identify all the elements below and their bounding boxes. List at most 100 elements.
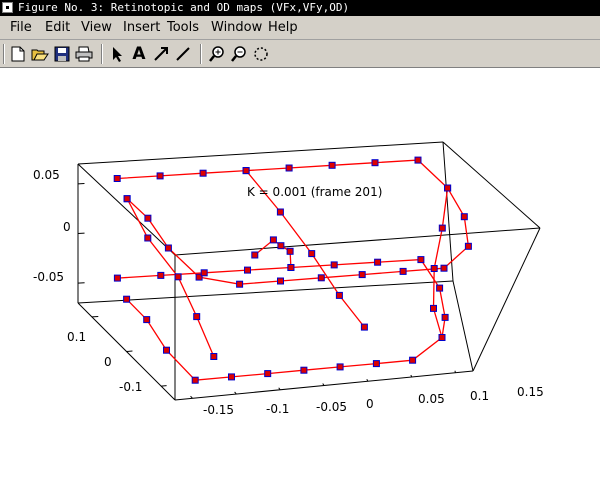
data-point	[210, 353, 218, 360]
menu-edit[interactable]: Edit	[45, 20, 70, 35]
z-tick-label: 0	[63, 220, 71, 234]
x-tick-label: 0.15	[517, 385, 544, 399]
plot-area[interactable]	[0, 68, 600, 487]
data-point	[174, 273, 182, 281]
zoom-out-icon[interactable]	[230, 45, 248, 63]
z-tick-label: 0.05	[33, 168, 60, 182]
data-point	[269, 236, 277, 244]
data-point	[164, 244, 172, 252]
figure-window: Figure No. 3: Retinotopic and OD maps (V…	[0, 0, 600, 487]
data-point	[285, 164, 293, 172]
data-point	[330, 261, 338, 269]
data-point	[277, 277, 284, 285]
series-line	[254, 239, 292, 268]
data-point	[358, 271, 366, 279]
data-point	[277, 242, 285, 250]
print-icon[interactable]	[75, 45, 93, 63]
data-point	[360, 323, 368, 331]
axis-box-edge	[77, 280, 454, 304]
data-point	[335, 291, 343, 299]
data-point	[438, 334, 446, 341]
data-point	[308, 250, 316, 258]
x-tick-label: -0.1	[266, 402, 290, 416]
menu-file[interactable]: File	[10, 20, 32, 35]
data-point	[460, 213, 468, 221]
data-point	[144, 234, 152, 242]
data-point	[399, 267, 407, 275]
data-point	[430, 265, 438, 272]
data-point	[244, 266, 251, 274]
x-tick-label: 0.1	[470, 389, 490, 403]
data-point	[123, 195, 131, 203]
data-point	[242, 167, 250, 175]
insert-line-icon[interactable]	[174, 45, 192, 63]
data-point	[441, 313, 449, 321]
z-tick-label: -0.05	[33, 270, 65, 284]
data-point	[336, 363, 344, 371]
data-point	[113, 274, 121, 282]
x-tick-label: -0.15	[203, 403, 235, 417]
axis-box-edge	[472, 227, 541, 372]
data-point	[157, 271, 165, 279]
data-point	[287, 264, 295, 271]
x-tick-label: 0.05	[418, 392, 445, 406]
insert-arrow-icon[interactable]	[152, 45, 170, 63]
data-point	[228, 373, 235, 381]
data-point	[123, 295, 131, 303]
y-tick-label: -0.1	[119, 380, 143, 394]
figure-canvas[interactable]: K = 0.001 (frame 201) 0.05 0 -0.05 0.1 0…	[0, 68, 600, 487]
window-menu-icon[interactable]	[2, 2, 13, 13]
axis-box-edge	[442, 141, 541, 229]
data-point	[163, 346, 170, 354]
y-tick-label: 0.1	[67, 330, 87, 344]
window-title: Figure No. 3: Retinotopic and OD maps (V…	[18, 1, 350, 14]
data-point	[156, 172, 164, 180]
data-point	[444, 184, 452, 192]
data-point	[430, 304, 437, 312]
axis-box-edge	[452, 280, 474, 372]
data-point	[372, 360, 380, 368]
x-tick-label: 0	[366, 397, 374, 411]
menu-help[interactable]: Help	[268, 20, 298, 35]
window-titlebar[interactable]: Figure No. 3: Retinotopic and OD maps (V…	[0, 0, 600, 16]
toolbar: A	[0, 40, 600, 68]
data-point	[414, 156, 422, 164]
data-point	[191, 376, 199, 384]
data-point	[276, 208, 284, 216]
data-point	[328, 161, 336, 169]
open-folder-icon[interactable]	[31, 45, 49, 63]
axis-box-edge	[77, 141, 444, 165]
toolbar-separator	[101, 44, 103, 64]
zoom-in-icon[interactable]	[208, 45, 226, 63]
toolbar-separator	[3, 44, 5, 64]
y-tick-label: 0	[104, 355, 112, 369]
data-point	[251, 251, 259, 259]
menu-bar: File Edit View Insert Tools Window Help	[0, 16, 600, 40]
rotate-icon[interactable]	[252, 45, 270, 63]
data-point	[286, 247, 294, 255]
toolbar-separator	[200, 44, 202, 64]
data-point	[113, 175, 121, 182]
data-point	[193, 313, 201, 321]
menu-window[interactable]: Window	[211, 20, 262, 35]
data-point	[199, 169, 207, 177]
save-icon[interactable]	[53, 45, 71, 63]
data-point	[143, 316, 151, 324]
data-point	[409, 356, 417, 364]
data-point	[200, 269, 208, 277]
data-point	[374, 258, 382, 266]
data-point	[300, 366, 308, 374]
select-arrow-icon[interactable]	[108, 45, 126, 63]
insert-text-icon[interactable]: A	[130, 45, 148, 63]
data-point	[144, 214, 152, 222]
axis-box-edge	[174, 227, 541, 256]
data-point	[317, 274, 325, 282]
data-point	[438, 224, 446, 232]
menu-tools[interactable]: Tools	[167, 20, 199, 35]
menu-view[interactable]: View	[81, 20, 112, 35]
data-point	[417, 256, 425, 264]
data-point	[440, 264, 448, 272]
new-file-icon[interactable]	[9, 45, 27, 63]
menu-insert[interactable]: Insert	[123, 20, 160, 35]
x-tick-label: -0.05	[316, 400, 348, 414]
